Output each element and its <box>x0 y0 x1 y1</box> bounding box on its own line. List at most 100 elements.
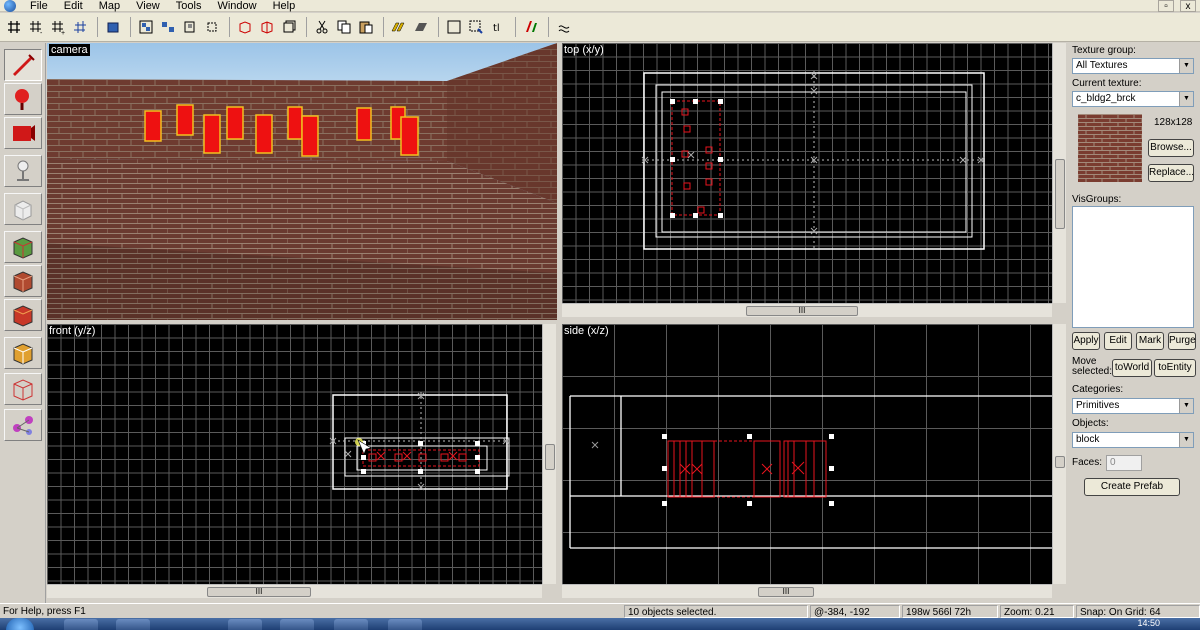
front-viewport-hscroll[interactable]: III <box>47 584 542 598</box>
block-tool-icon[interactable] <box>4 193 42 225</box>
scroll-thumb[interactable]: III <box>758 587 814 597</box>
mark-button[interactable]: Mark <box>1136 332 1164 350</box>
objects-select[interactable]: block ▼ <box>1072 432 1194 448</box>
scroll-thumb[interactable]: III <box>207 587 311 597</box>
menu-window[interactable]: Window <box>209 0 264 12</box>
faces-spinner[interactable]: 0 <box>1106 455 1142 471</box>
ungroup-icon[interactable] <box>158 17 178 37</box>
menu-view[interactable]: View <box>128 0 168 12</box>
replace-button[interactable]: Replace... <box>1148 164 1194 182</box>
grid-toggle-icon[interactable] <box>4 17 24 37</box>
status-help-text: For Help, press F1 <box>3 606 86 617</box>
taskbar-clock: 14:50 <box>1137 618 1160 628</box>
carve-icon[interactable] <box>103 17 123 37</box>
menu-map[interactable]: Map <box>91 0 128 12</box>
texture-group-select[interactable]: All Textures ▼ <box>1072 58 1194 74</box>
status-size-text: 198w 566l 72h <box>902 605 998 618</box>
taskbar-app-icon[interactable] <box>64 619 98 630</box>
taskbar-app-icon[interactable] <box>116 619 150 630</box>
texture-size-text: 128x128 <box>1154 117 1193 128</box>
paste-icon[interactable] <box>356 17 376 37</box>
scroll-thumb[interactable] <box>545 444 555 470</box>
apply-button[interactable]: Apply <box>1072 332 1100 350</box>
scroll-thumb[interactable] <box>1055 159 1065 229</box>
current-texture-select[interactable]: c_bldg2_brck ▼ <box>1072 91 1194 107</box>
restore-window-button[interactable]: ▫ <box>1158 0 1174 12</box>
menu-help[interactable]: Help <box>265 0 304 12</box>
camera-viewport[interactable]: camera <box>47 43 557 320</box>
texture-browse-icon[interactable] <box>389 17 409 37</box>
to-entity-button[interactable]: toEntity <box>1154 359 1196 377</box>
magnify-tool-icon[interactable] <box>4 83 42 115</box>
taskbar-app-icon[interactable] <box>388 619 422 630</box>
texture-app-icon[interactable] <box>257 17 277 37</box>
clipping-tool-icon[interactable] <box>4 373 42 405</box>
texture-lock-icon[interactable] <box>235 17 255 37</box>
compile-icon[interactable] <box>554 17 574 37</box>
chevron-down-icon[interactable]: ▼ <box>1179 433 1193 447</box>
front-viewport-title: front (y/z) <box>49 325 96 337</box>
run-map-icon[interactable] <box>521 17 541 37</box>
menu-tools[interactable]: Tools <box>168 0 210 12</box>
properties-panel: Texture group: All Textures ▼ Current tex… <box>1068 43 1200 603</box>
entity-report-icon[interactable] <box>466 17 486 37</box>
side-viewport[interactable]: side (x/z) <box>562 324 1052 584</box>
vertex-tool-icon[interactable] <box>4 409 42 441</box>
side-viewport-hscroll[interactable]: III <box>562 584 1052 598</box>
svg-text:-: - <box>40 30 43 35</box>
grid-larger-icon[interactable]: + <box>48 17 68 37</box>
visgroups-list[interactable] <box>1072 206 1194 328</box>
texture-face-icon[interactable] <box>279 17 299 37</box>
cordon-icon[interactable] <box>202 17 222 37</box>
purge-button[interactable]: Purge <box>1168 332 1196 350</box>
decal-icon[interactable] <box>411 17 431 37</box>
status-bar: For Help, press F1 10 objects selected. … <box>0 603 1200 618</box>
chevron-down-icon[interactable]: ▼ <box>1179 92 1193 106</box>
grid-3d-icon[interactable] <box>70 17 90 37</box>
top-viewport[interactable]: top (x/y) <box>562 43 1052 303</box>
front-viewport[interactable]: front (y/z) <box>47 324 542 584</box>
menu-edit[interactable]: Edit <box>56 0 91 12</box>
side-viewport-vscroll[interactable] <box>1052 324 1066 584</box>
top-viewport-hscroll[interactable]: III <box>562 303 1052 317</box>
front-viewport-vscroll[interactable] <box>542 324 556 584</box>
app-logo-icon <box>4 0 16 12</box>
decal-tool-icon[interactable] <box>4 299 42 331</box>
texture-group-value: All Textures <box>1076 60 1128 71</box>
apply-texture-icon[interactable] <box>4 265 42 297</box>
overlay-tool-icon[interactable] <box>4 337 42 369</box>
taskbar-app-icon[interactable] <box>280 619 314 630</box>
scroll-thumb[interactable]: III <box>746 306 858 316</box>
entity-tool-icon[interactable] <box>4 155 42 187</box>
svg-text:+: + <box>61 30 65 35</box>
start-button[interactable] <box>6 618 34 630</box>
group-icon[interactable] <box>136 17 156 37</box>
categories-select[interactable]: Primitives ▼ <box>1072 398 1194 414</box>
cut-icon[interactable] <box>312 17 332 37</box>
top-viewport-vscroll[interactable] <box>1052 43 1066 303</box>
taskbar-app-icon[interactable] <box>334 619 368 630</box>
edit-button[interactable]: Edit <box>1104 332 1132 350</box>
browse-button[interactable]: Browse... <box>1148 139 1194 157</box>
copy-icon[interactable] <box>334 17 354 37</box>
texture-application-icon[interactable] <box>4 231 42 263</box>
text-tool-icon[interactable]: tl <box>488 17 508 37</box>
to-world-button[interactable]: toWorld <box>1112 359 1152 377</box>
scroll-thumb[interactable] <box>1055 456 1065 468</box>
select-icon[interactable] <box>444 17 464 37</box>
chevron-down-icon[interactable]: ▼ <box>1179 399 1193 413</box>
taskbar-app-icon[interactable] <box>228 619 262 630</box>
texture-preview <box>1078 114 1142 182</box>
selection-tool-icon[interactable] <box>4 49 42 81</box>
camera-tool-icon[interactable] <box>4 117 42 149</box>
close-window-button[interactable]: x <box>1180 0 1196 12</box>
menu-file[interactable]: File <box>22 0 56 12</box>
toolbar-separator <box>515 17 516 37</box>
menu-bar: File Edit Map View Tools Window Help ▫ x <box>0 0 1200 12</box>
chevron-down-icon[interactable]: ▼ <box>1179 59 1193 73</box>
create-prefab-button[interactable]: Create Prefab <box>1084 478 1180 496</box>
toolbar-separator <box>306 17 307 37</box>
svg-text:tl: tl <box>493 23 500 34</box>
hide-icon[interactable] <box>180 17 200 37</box>
grid-smaller-icon[interactable]: - <box>26 17 46 37</box>
